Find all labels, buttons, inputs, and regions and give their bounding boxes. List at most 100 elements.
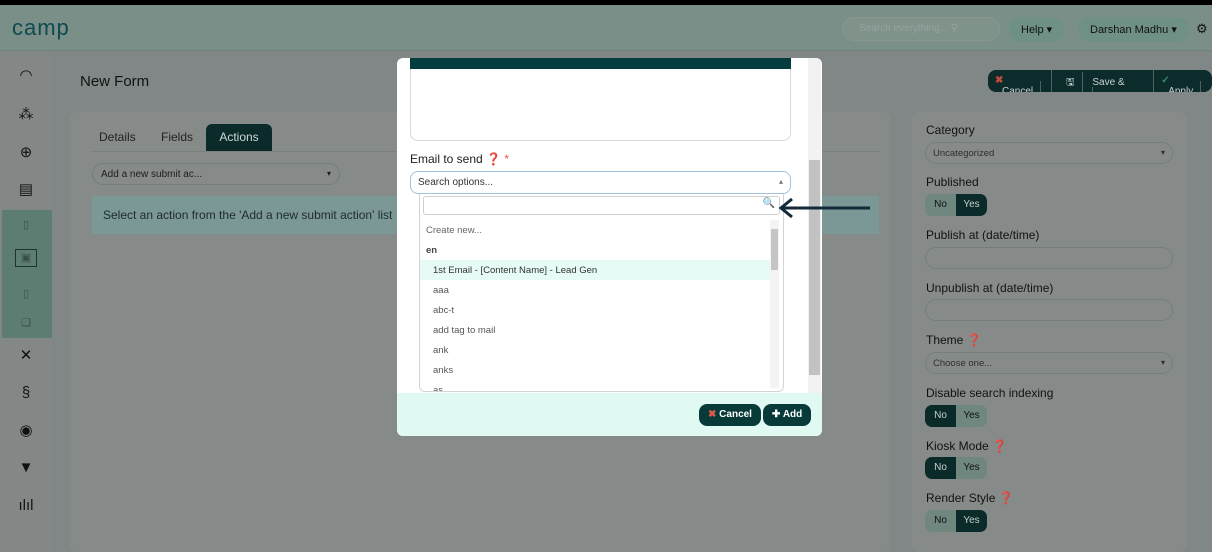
annotation-arrow-icon — [778, 197, 870, 219]
search-icon: 🔍 — [762, 198, 775, 209]
email-to-send-label: Email to send ❓ * — [410, 152, 509, 166]
render-style-toggle[interactable]: No Yes — [925, 510, 987, 532]
submit-action-placeholder: Add a new submit ac... — [101, 169, 203, 180]
save-close-button[interactable]: 🖫 Save & Close — [1052, 70, 1155, 92]
required-marker: * — [504, 152, 510, 166]
contacts-icon[interactable]: ⁂ — [0, 105, 52, 123]
modal-add-label: Add — [782, 409, 803, 420]
chevron-down-icon: ▾ — [1160, 358, 1165, 367]
list-item[interactable]: anks — [420, 360, 770, 380]
dashboard-icon[interactable]: ◠ — [0, 66, 52, 84]
campaign-icon[interactable]: ◉ — [0, 421, 52, 439]
dropdown-search-input[interactable]: 🔍 — [423, 196, 780, 215]
toggle-no[interactable]: No — [925, 457, 956, 479]
chevron-down-icon: ▾ — [326, 169, 331, 178]
add-action-modal: Email to send ❓ * Search options... ▴ 🔍 C… — [397, 58, 822, 436]
list-item[interactable]: aaa — [420, 280, 770, 300]
toggle-yes[interactable]: Yes — [956, 405, 987, 427]
kiosk-label-text: Kiosk Mode — [926, 439, 989, 453]
page-actions: ✖ Cancel 🖫 Save & Close ✓ Apply — [988, 70, 1212, 92]
toggle-yes[interactable]: Yes — [956, 194, 987, 216]
message-editor[interactable] — [410, 58, 791, 141]
toggle-no[interactable]: No — [925, 194, 956, 216]
theme-select[interactable]: Choose one... ▾ — [925, 352, 1173, 374]
tab-actions[interactable]: Actions — [206, 124, 272, 151]
theme-label: Theme ❓ — [926, 333, 982, 347]
search-index-toggle[interactable]: No Yes — [925, 405, 987, 427]
kiosk-toggle[interactable]: No Yes — [925, 457, 987, 479]
email-select-placeholder: Search options... — [418, 177, 494, 188]
create-new-option[interactable]: Create new... — [420, 220, 770, 240]
gear-icon[interactable]: ⚙ — [1196, 21, 1208, 37]
forms-icon[interactable]: ▤ — [0, 180, 52, 198]
help-icon[interactable]: ❓ — [999, 491, 1014, 505]
reports-icon[interactable]: ılıl — [0, 497, 52, 514]
apply-label: Apply — [1161, 81, 1202, 92]
list-item[interactable]: 1st Email - [Content Name] - Lead Gen — [420, 260, 770, 280]
submit-action-select[interactable]: Add a new submit ac... ▾ — [92, 163, 340, 185]
help-icon[interactable]: ❓ — [486, 152, 501, 166]
page-icon[interactable]: ▯ — [0, 287, 52, 300]
funnel-icon[interactable]: ▼ — [0, 459, 52, 476]
help-icon[interactable]: ❓ — [967, 333, 982, 347]
page-title: New Form — [80, 73, 150, 90]
kiosk-label: Kiosk Mode ❓ — [926, 439, 1007, 453]
modal-scrollbar-thumb[interactable] — [809, 160, 820, 375]
chevron-up-icon: ▴ — [778, 177, 783, 186]
email-label-text: Email to send — [410, 152, 483, 166]
published-toggle[interactable]: No Yes — [925, 194, 987, 216]
route-icon[interactable]: § — [0, 384, 52, 401]
cancel-button[interactable]: ✖ Cancel — [988, 70, 1053, 92]
search-placeholder: Search everything... — [859, 23, 948, 34]
published-label: Published — [926, 175, 979, 189]
editor-toolbar[interactable] — [410, 58, 791, 69]
theme-label-text: Theme — [926, 333, 964, 347]
email-select[interactable]: Search options... ▴ — [410, 171, 791, 194]
chevron-down-icon: ▾ — [1160, 148, 1165, 157]
modal-cancel-label: Cancel — [719, 409, 752, 420]
user-name: Darshan Madhu — [1090, 24, 1169, 36]
network-icon[interactable]: ✕ — [0, 346, 52, 364]
category-label: Category — [926, 123, 975, 137]
unpublish-at-label: Unpublish at (date/time) — [926, 281, 1054, 295]
help-icon[interactable]: ❓ — [992, 439, 1007, 453]
cancel-label: Cancel — [995, 81, 1042, 92]
email-dropdown: 🔍 Create new... en 1st Email - [Content … — [419, 194, 784, 392]
apply-button[interactable]: ✓ Apply — [1154, 70, 1212, 92]
search-index-label: Disable search indexing — [926, 386, 1054, 400]
user-menu-button[interactable]: Darshan Madhu ▾ — [1078, 17, 1189, 42]
publish-at-label: Publish at (date/time) — [926, 228, 1040, 242]
modal-cancel-button[interactable]: ✖ Cancel — [699, 404, 761, 426]
search-icon: ⚲ — [950, 23, 959, 34]
pdf-icon[interactable]: ▯ — [0, 218, 52, 231]
dropdown-scrollbar-thumb[interactable] — [771, 229, 778, 270]
plus-icon: ✚ — [772, 409, 781, 420]
list-item[interactable]: ank — [420, 340, 770, 360]
publish-at-input[interactable] — [925, 247, 1173, 269]
toggle-yes[interactable]: Yes — [956, 510, 987, 532]
render-label-text: Render Style — [926, 491, 996, 505]
render-style-label: Render Style ❓ — [926, 491, 1014, 505]
tab-details[interactable]: Details — [99, 124, 136, 151]
list-item[interactable]: abc-t — [420, 300, 770, 320]
category-select[interactable]: Uncategorized ▾ — [925, 142, 1173, 164]
logo[interactable]: camp — [12, 15, 70, 41]
help-button[interactable]: Help ▾ — [1009, 17, 1065, 42]
tab-fields[interactable]: Fields — [161, 124, 193, 151]
toggle-no[interactable]: No — [925, 405, 956, 427]
unpublish-at-input[interactable] — [925, 299, 1173, 321]
assets-icon[interactable]: ❏ — [0, 316, 52, 329]
global-search-input[interactable]: Search everything... ⚲ — [842, 17, 1000, 41]
modal-add-button[interactable]: ✚ Add — [763, 404, 812, 426]
option-group: en — [426, 245, 438, 256]
list-item[interactable]: as — [420, 380, 770, 391]
form-icon[interactable]: ▣ — [0, 249, 52, 267]
theme-value: Choose one... — [933, 358, 993, 369]
toggle-no[interactable]: No — [925, 510, 956, 532]
target-icon[interactable]: ⊕ — [0, 143, 52, 161]
list-item[interactable]: add tag to mail — [420, 320, 770, 340]
help-label: Help — [1021, 24, 1044, 36]
toggle-yes[interactable]: Yes — [956, 457, 987, 479]
category-value: Uncategorized — [933, 148, 995, 159]
close-icon: ✖ — [708, 409, 717, 420]
